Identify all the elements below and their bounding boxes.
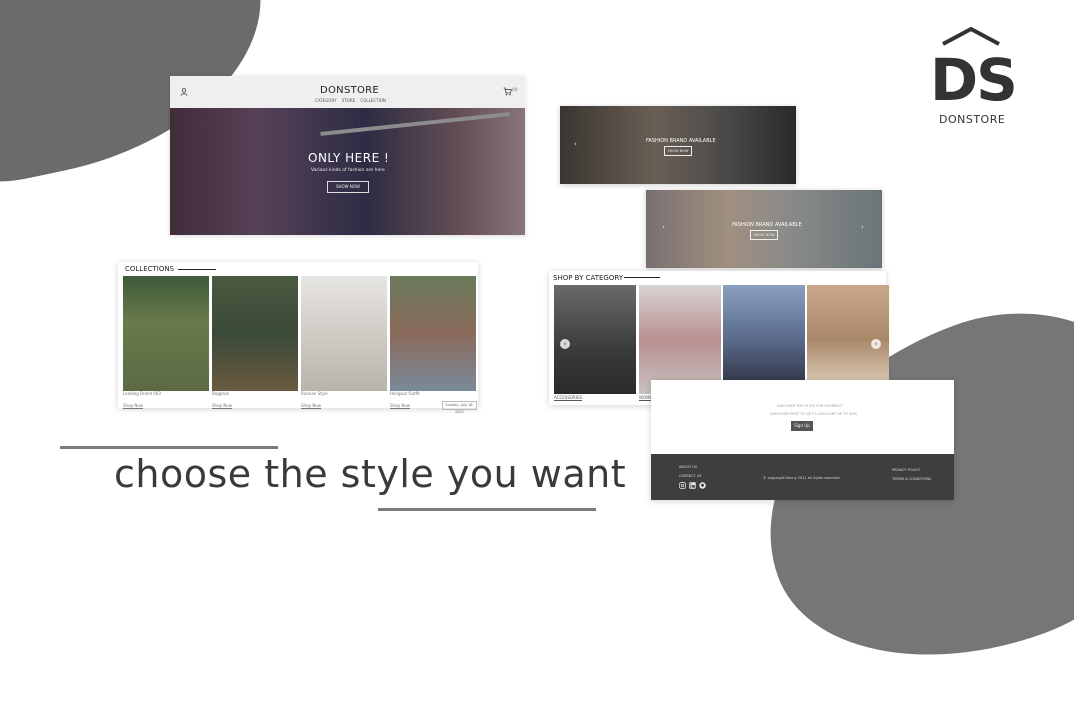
title-underline <box>624 277 660 278</box>
shop-now-link[interactable]: Shop Now <box>390 403 410 408</box>
shop-now-link[interactable]: Shop Now <box>123 403 143 408</box>
site-nav: CATEGORY STORE COLLECTION <box>315 98 386 103</box>
fashion-banner: ‹ FASHION BRAND AVAILABLE SHOW NOW › <box>646 190 882 268</box>
show-now-button[interactable]: SHOW NOW <box>327 181 369 193</box>
chevron-right-icon[interactable]: › <box>871 339 881 349</box>
privacy-link[interactable]: PRIVACY POLICY <box>892 468 920 472</box>
category-link[interactable]: ACCESSORIES <box>554 395 582 400</box>
hero-subtitle: Various kinds of fashion are here <box>311 168 385 173</box>
nav-collection[interactable]: COLLECTION <box>360 98 385 103</box>
donstore-logo: DS DONSTORE <box>925 22 1025 132</box>
banner-text: FASHION BRAND AVAILABLE <box>646 138 716 144</box>
website-hero-preview: DONSTORE CATEGORY STORE COLLECTION (0) O… <box>170 76 525 235</box>
chevron-right-icon[interactable]: › <box>861 223 864 231</box>
user-icon[interactable] <box>180 88 188 96</box>
logo-wordmark: DONSTORE <box>939 113 1006 126</box>
shop-now-link[interactable]: Shop Now <box>212 403 232 408</box>
collection-photo[interactable] <box>301 276 387 391</box>
logo-letters: DS <box>930 46 1018 114</box>
collection-name: Russian Style <box>301 391 328 396</box>
cart-icon[interactable] <box>503 87 512 96</box>
chevron-left-icon[interactable]: ‹ <box>574 140 577 148</box>
cart-count: (0) <box>512 87 518 92</box>
footer-bar: ABOUT US CONTACT US © copyright Donny 20… <box>651 454 954 500</box>
banner-button[interactable]: SHOW NOW <box>664 146 692 156</box>
category-photo[interactable] <box>723 285 805 394</box>
collection-photo[interactable] <box>123 276 209 391</box>
contact-link[interactable]: CONTACT US <box>679 474 702 478</box>
github-icon[interactable] <box>699 482 706 489</box>
roof-icon <box>942 26 1000 46</box>
site-header: DONSTORE CATEGORY STORE COLLECTION (0) <box>170 76 525 108</box>
footer-preview: DISCOVER THE STYLE FOR YOURSELF DISCOVER… <box>651 380 954 500</box>
collection-name: Leading Brand 003 <box>123 391 161 396</box>
fashion-banner: ‹ FASHION BRAND AVAILABLE SHOW NOW <box>560 106 796 184</box>
hero-image: ONLY HERE ! Various kinds of fashion are… <box>170 108 525 235</box>
about-link[interactable]: ABOUT US <box>679 465 697 469</box>
banner-text: FASHION BRAND AVAILABLE <box>732 222 802 228</box>
nav-store[interactable]: STORE <box>342 98 355 103</box>
collection-photo[interactable] <box>390 276 476 391</box>
hero-title: ONLY HERE ! <box>308 151 390 165</box>
collections-title: COLLECTIONS <box>125 265 175 273</box>
chevron-left-icon[interactable]: ‹ <box>560 339 570 349</box>
subscribe-heading: DISCOVER THE STYLE FOR YOURSELF <box>777 404 843 408</box>
nav-category[interactable]: CATEGORY <box>315 98 336 103</box>
instagram-icon[interactable] <box>679 482 686 489</box>
collection-name: Hangout Outfit <box>390 391 420 396</box>
decorative-line <box>378 508 596 511</box>
category-photo[interactable] <box>639 285 721 394</box>
site-brand[interactable]: DONSTORE <box>320 85 379 96</box>
chevron-left-icon[interactable]: ‹ <box>662 223 665 231</box>
collections-section: COLLECTIONS Leading Brand 003 Bagpack Ru… <box>118 262 478 414</box>
terms-link[interactable]: TERMS & CONDITIONS <box>892 477 931 481</box>
subscribe-subtitle: DISCOVER FIRST TO GET A DISCOUNT UP TO 5… <box>770 412 858 416</box>
shop-now-link[interactable]: Shop Now <box>301 403 321 408</box>
copyright-text: © copyright Donny 2021 all rights reserv… <box>763 476 840 480</box>
decorative-line <box>60 446 278 449</box>
date-badge: Sunday, July 18, 2021 <box>442 401 477 414</box>
tagline: choose the style you want <box>114 452 627 496</box>
collection-name: Bagpack <box>212 391 230 396</box>
title-underline <box>178 269 216 270</box>
banner-button[interactable]: SHOW NOW <box>750 230 778 240</box>
sign-up-button[interactable]: Sign Up <box>791 421 813 431</box>
linkedin-icon[interactable] <box>689 482 696 489</box>
shop-title: SHOP BY CATEGORY <box>553 274 624 282</box>
collection-photo[interactable] <box>212 276 298 391</box>
